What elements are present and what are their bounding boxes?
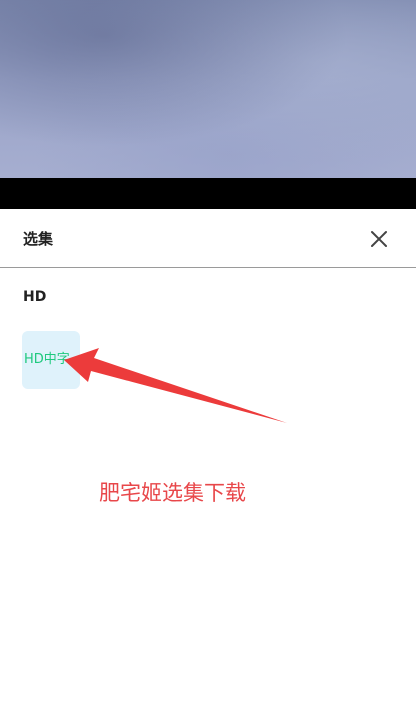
annotation-text: 肥宅姬选集下载: [99, 481, 246, 505]
episode-item-hd[interactable]: HD中字: [22, 331, 80, 389]
close-button[interactable]: [366, 226, 392, 252]
episode-sheet-title: 选集: [23, 230, 54, 248]
app-screen: 选集 HD HD中字 肥宅姬选集下载: [0, 0, 416, 714]
quality-section-label: HD: [23, 289, 47, 305]
video-letterbox-bar: [0, 178, 416, 209]
close-icon: [371, 231, 387, 247]
episode-label: HD中字: [24, 352, 70, 367]
episode-sheet-header: 选集: [0, 209, 416, 268]
episode-sheet: 选集 HD HD中字: [0, 209, 416, 714]
video-player[interactable]: [0, 0, 416, 178]
